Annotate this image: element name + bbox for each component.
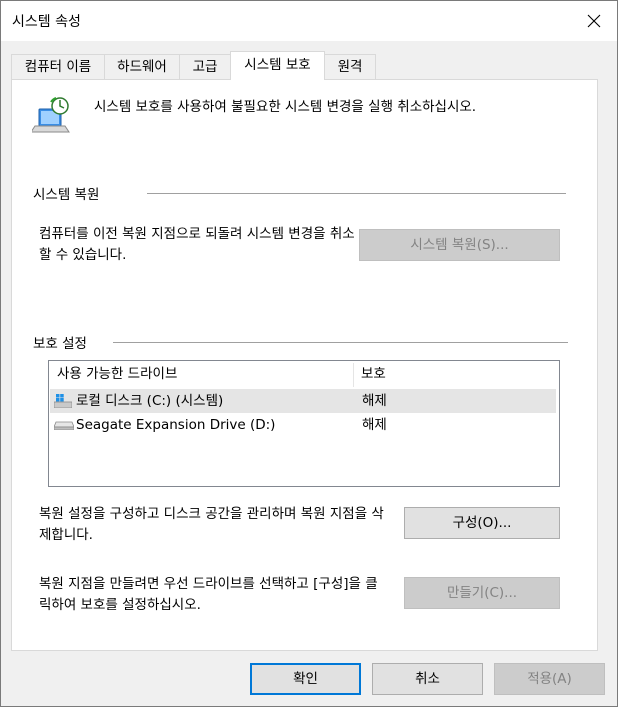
hard-drive-icon bbox=[54, 421, 74, 430]
system-restore-button[interactable]: 시스템 복원(S)... bbox=[359, 229, 560, 261]
create-description: 복원 지점을 만들려면 우선 드라이브를 선택하고 [구성]을 클릭하여 보호를… bbox=[39, 576, 378, 613]
button-label: 확인 bbox=[293, 671, 318, 687]
column-separator[interactable] bbox=[353, 363, 354, 387]
tab-label: 고급 bbox=[192, 59, 218, 75]
drive-list[interactable]: 사용 가능한 드라이브 보호 로컬 디스크 (C:) (시스템) 해제 Seag… bbox=[48, 360, 560, 487]
tab-label: 원격 bbox=[337, 59, 363, 75]
tab-system-protection[interactable]: 시스템 보호 bbox=[230, 51, 325, 80]
configure-button[interactable]: 구성(O)... bbox=[404, 507, 560, 539]
tab-label: 컴퓨터 이름 bbox=[24, 59, 92, 75]
system-protection-icon bbox=[32, 97, 70, 133]
protection-settings-heading: 보호 설정 bbox=[33, 336, 87, 352]
column-header-drives[interactable]: 사용 가능한 드라이브 bbox=[57, 361, 177, 387]
divider bbox=[147, 193, 566, 194]
tab-label: 하드웨어 bbox=[117, 59, 167, 75]
configure-description: 복원 설정을 구성하고 디스크 공간을 관리하며 복원 지점을 삭제합니다. bbox=[39, 506, 384, 543]
cancel-button[interactable]: 취소 bbox=[372, 663, 483, 695]
system-restore-heading: 시스템 복원 bbox=[33, 187, 100, 203]
apply-button[interactable]: 적용(A) bbox=[494, 663, 605, 695]
close-icon bbox=[587, 14, 601, 28]
drive-row-d[interactable]: Seagate Expansion Drive (D:) 해제 bbox=[50, 413, 556, 437]
tab-advanced[interactable]: 고급 bbox=[179, 54, 231, 79]
tab-remote[interactable]: 원격 bbox=[324, 54, 376, 79]
system-restore-description: 컴퓨터를 이전 복원 지점으로 되돌려 시스템 변경을 취소할 수 있습니다. bbox=[39, 226, 355, 263]
tab-hardware[interactable]: 하드웨어 bbox=[104, 54, 180, 79]
button-label: 구성(O)... bbox=[452, 515, 512, 531]
create-button[interactable]: 만들기(C)... bbox=[404, 577, 560, 609]
drive-name: 로컬 디스크 (C:) (시스템) bbox=[76, 393, 224, 409]
windows-drive-icon bbox=[54, 394, 72, 408]
drive-row-c[interactable]: 로컬 디스크 (C:) (시스템) 해제 bbox=[50, 389, 556, 413]
column-header-protection[interactable]: 보호 bbox=[361, 361, 386, 387]
system-properties-dialog: 시스템 속성 컴퓨터 이름 하드웨어 고급 시스템 보호 원격 시스템 보호를 … bbox=[0, 0, 618, 707]
drive-protection-status: 해제 bbox=[362, 393, 387, 409]
drive-name: Seagate Expansion Drive (D:) bbox=[76, 417, 276, 433]
button-label: 시스템 복원(S)... bbox=[410, 237, 509, 253]
button-label: 취소 bbox=[415, 671, 440, 687]
button-label: 만들기(C)... bbox=[446, 585, 518, 601]
window-title: 시스템 속성 bbox=[12, 14, 81, 30]
close-button[interactable] bbox=[571, 1, 617, 41]
button-label: 적용(A) bbox=[527, 671, 572, 687]
system-protection-panel: 시스템 보호를 사용하여 불필요한 시스템 변경을 실행 취소하십시오. 시스템… bbox=[11, 79, 598, 651]
tab-strip: 컴퓨터 이름 하드웨어 고급 시스템 보호 원격 bbox=[11, 51, 611, 80]
title-bar[interactable]: 시스템 속성 bbox=[1, 1, 617, 41]
tab-label: 시스템 보호 bbox=[244, 57, 311, 73]
ok-button[interactable]: 확인 bbox=[250, 663, 361, 695]
intro-text: 시스템 보호를 사용하여 불필요한 시스템 변경을 실행 취소하십시오. bbox=[94, 99, 477, 115]
drive-protection-status: 해제 bbox=[362, 417, 387, 433]
divider bbox=[113, 342, 568, 343]
tab-computer-name[interactable]: 컴퓨터 이름 bbox=[11, 54, 105, 79]
